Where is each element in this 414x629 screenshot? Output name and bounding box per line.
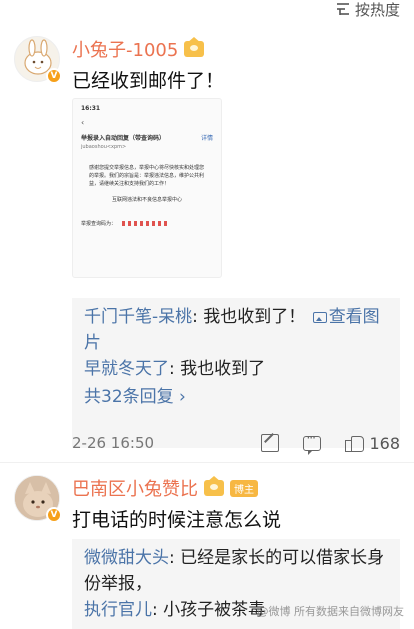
reply-colon: :: [169, 359, 181, 379]
attachment-time: 16:31: [81, 105, 101, 112]
reply-author[interactable]: 千门千笔-呆桃: [84, 307, 192, 327]
reply-author[interactable]: 微微甜大头: [84, 548, 169, 568]
watermark: @微博 所有数据来自微博网友: [257, 605, 405, 618]
reply-author[interactable]: 执行官儿: [84, 600, 152, 620]
reply-box: 千门千笔-呆桃: 我也收到了！ 查看图片 早就冬天了: 我也收到了 共32条回复…: [72, 298, 400, 448]
redacted-code: [122, 221, 171, 226]
reply-text: 我也收到了: [180, 359, 266, 379]
username[interactable]: 巴南区小兔赞比: [72, 475, 198, 501]
sort-icon: [336, 3, 349, 15]
attachment-body: 感谢您提交举报信息，举报中心将尽快核实和处理您的举报。我们的宗旨是：举报违法信息…: [89, 165, 205, 187]
reply-text: 我也收到了！: [203, 307, 306, 327]
verified-badge-icon: V: [46, 68, 62, 84]
attachment-query-label: 举报查询码为：: [81, 221, 117, 227]
reply-colon: :: [152, 600, 164, 620]
reply-colon: :: [169, 548, 181, 568]
attachment-sign: 互联网违法和不良信息举报中心: [111, 197, 182, 203]
username[interactable]: 小兔子-1005: [72, 36, 178, 62]
picture-icon: [312, 312, 327, 323]
comment-item: V 巴南区小兔赞比 博主 打电话的时候注意怎么说 微微甜大头: 已经是家长的可以…: [0, 462, 414, 629]
reply-item[interactable]: 微微甜大头: 已经是家长的可以借家长身份举报，: [84, 545, 388, 597]
like-button[interactable]: 168: [345, 434, 400, 453]
thumbs-up-icon: [345, 434, 365, 452]
crown-icon: [204, 476, 224, 496]
attachment-subject: 举报录入自动回复（带查询码）: [81, 135, 166, 142]
more-replies-link[interactable]: 共32条回复 ›: [84, 384, 388, 410]
sort-toggle[interactable]: 按热度: [335, 0, 400, 19]
comment-icon[interactable]: [303, 431, 322, 455]
owner-tag: 博主: [230, 479, 258, 497]
sort-label: 按热度: [354, 0, 400, 19]
repost-icon[interactable]: [261, 434, 280, 452]
attachment-subject-link: 详情: [200, 135, 213, 142]
like-count: 168: [369, 433, 400, 453]
reply-colon: :: [192, 307, 204, 327]
reply-item[interactable]: 早就冬天了: 我也收到了: [84, 356, 388, 382]
reply-author[interactable]: 早就冬天了: [84, 359, 169, 379]
verified-badge-icon: V: [46, 507, 62, 523]
attachment-from: jubaoshou<xpm>: [81, 144, 127, 150]
comment-text: 已经收到邮件了！: [72, 70, 225, 92]
comment-text: 打电话的时候注意怎么说: [72, 509, 282, 531]
comment-time: 2-26 16:50: [72, 434, 155, 452]
back-icon: ‹: [81, 118, 85, 127]
crown-icon: [184, 37, 205, 57]
reply-text: 小孩子被茶毒: [163, 600, 266, 620]
attached-image[interactable]: 16:31 ‹ 举报录入自动回复（带查询码） 详情 jubaoshou<xpm>…: [72, 98, 222, 278]
reply-item[interactable]: 千门千笔-呆桃: 我也收到了！ 查看图片: [84, 304, 388, 356]
